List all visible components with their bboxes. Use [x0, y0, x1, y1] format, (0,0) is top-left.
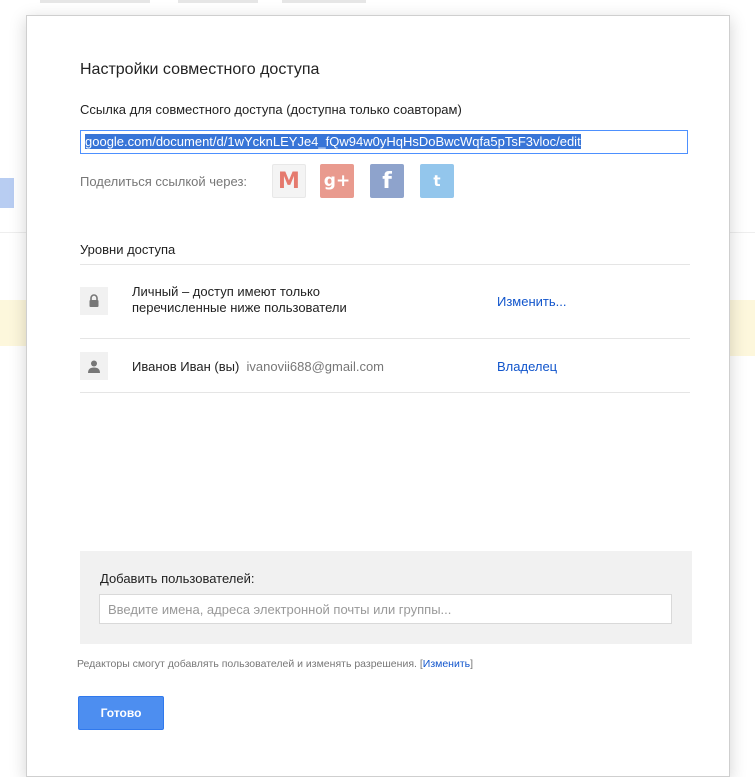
owner-role-label: Владелец — [497, 359, 558, 374]
access-level-text: Личный – доступ имеют только перечисленн… — [132, 284, 347, 315]
background-tab — [178, 0, 258, 3]
google-plus-icon[interactable]: g+ — [320, 164, 354, 198]
background-tab — [40, 0, 150, 3]
add-users-label: Добавить пользователей: — [100, 571, 255, 586]
change-permissions-link[interactable]: Изменить — [423, 658, 470, 670]
gmail-icon[interactable]: M — [272, 164, 306, 198]
add-users-input[interactable] — [99, 594, 672, 624]
editors-note-text: Редакторы смогут добавлять пользователей… — [77, 658, 417, 670]
divider — [80, 338, 690, 339]
user-email: ivanovii688@gmail.com — [246, 359, 385, 374]
background-divider — [729, 232, 755, 233]
background-notice — [0, 300, 26, 346]
share-via-label: Поделиться ссылкой через: — [80, 174, 248, 189]
add-users-panel: Добавить пользователей: — [80, 551, 692, 644]
access-levels-title: Уровни доступа — [80, 242, 176, 257]
done-button[interactable]: Готово — [78, 696, 164, 730]
facebook-icon[interactable]: f — [370, 164, 404, 198]
divider — [80, 392, 690, 393]
user-name: Иванов Иван (вы) — [132, 359, 240, 374]
sharing-settings-dialog: Настройки совместного доступа Ссылка для… — [26, 15, 730, 777]
change-access-link[interactable]: Изменить... — [497, 294, 566, 309]
divider — [80, 264, 690, 265]
lock-icon — [80, 287, 108, 315]
background-divider — [0, 232, 26, 233]
editors-note: Редакторы смогут добавлять пользователей… — [77, 658, 473, 670]
dialog-title: Настройки совместного доступа — [80, 61, 320, 78]
background-tab — [282, 0, 366, 3]
note-bracket-close: ] — [470, 658, 474, 670]
background-button — [0, 178, 14, 208]
share-link-label: Ссылка для совместного доступа (доступна… — [80, 102, 462, 117]
share-link-field[interactable]: google.com/document/d/1wYcknLEYJe4_fQw94… — [80, 130, 688, 154]
person-icon — [80, 352, 108, 380]
twitter-icon[interactable]: t — [420, 164, 454, 198]
background-notice — [729, 300, 755, 356]
share-link-text: google.com/document/d/1wYcknLEYJe4_fQw94… — [85, 134, 581, 149]
user-entry: Иванов Иван (вы) ivanovii688@gmail.com — [132, 359, 384, 375]
